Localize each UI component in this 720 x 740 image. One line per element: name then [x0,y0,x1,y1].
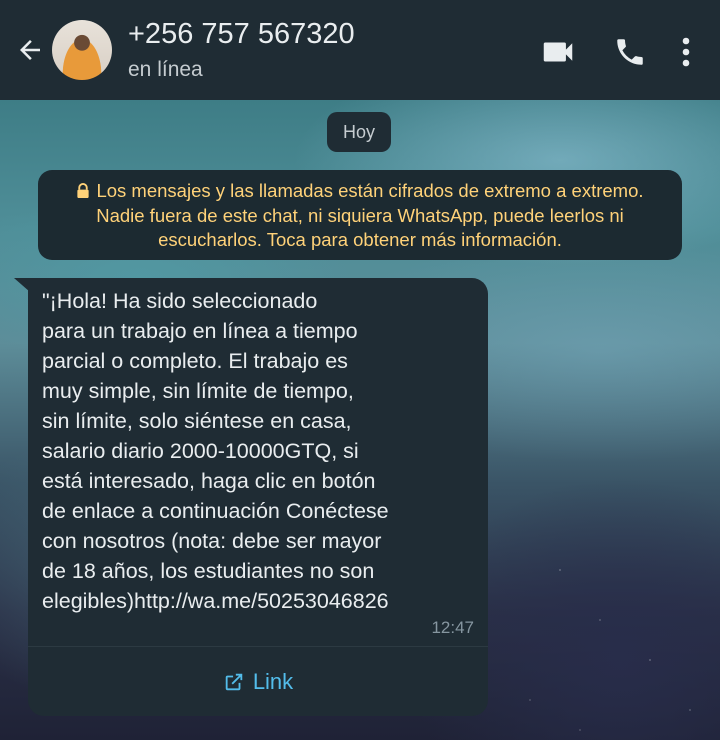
contact-status: en línea [128,58,203,81]
phone-icon [617,39,643,65]
encryption-notice[interactable]: Los mensajes y las llamadas están cifrad… [38,170,682,260]
lock-icon [77,183,90,198]
link-button[interactable]: Link [28,647,488,716]
contact-avatar[interactable] [52,20,112,80]
message-time: 12:47 [431,618,474,637]
message-text[interactable]: "¡Hola! Ha sido seleccionado para un tra… [42,286,476,616]
video-call-button[interactable] [530,28,586,76]
open-link-icon [225,673,243,690]
header-actions [530,28,706,76]
encryption-notice-text: Los mensajes y las llamadas están cifrad… [96,180,644,250]
contact-info[interactable]: +256 757 567320 en línea [128,16,355,84]
link-button-label: Link [252,668,294,694]
back-button[interactable] [8,28,52,72]
incoming-message[interactable]: "¡Hola! Ha sido seleccionado para un tra… [28,278,488,716]
voice-call-button[interactable] [602,28,658,76]
more-options-icon [682,37,690,67]
chat-header: +256 757 567320 en línea [0,0,720,100]
back-arrow-icon [20,40,40,60]
date-chip: Hoy [327,112,391,152]
video-call-icon [543,42,573,62]
contact-name: +256 757 567320 [128,18,355,50]
more-options-button[interactable] [666,28,706,76]
